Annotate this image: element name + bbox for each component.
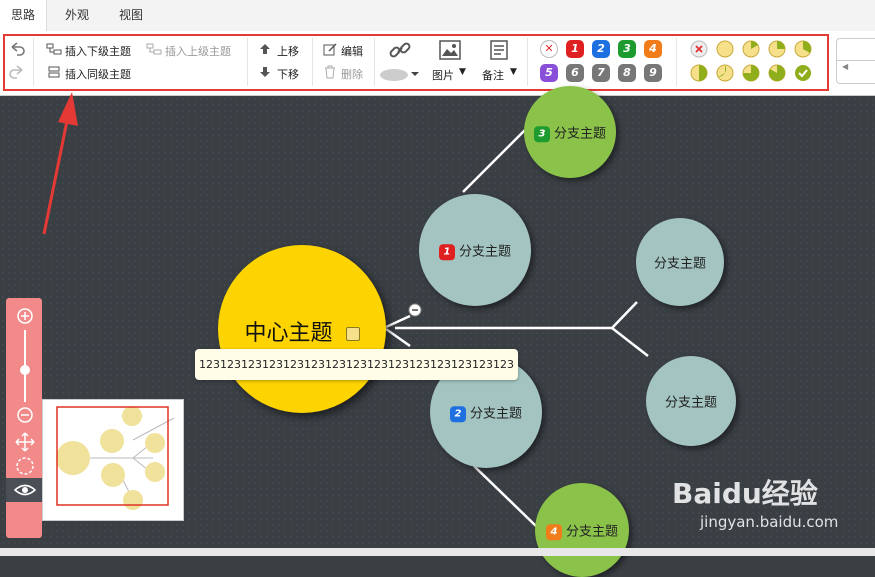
branch-topic-node[interactable]: 分支主题 [636, 218, 724, 306]
branch-topic-label: 分支主题 [553, 126, 606, 142]
note-tooltip: 1231231231231231231231231231231231231231… [195, 349, 518, 380]
collapse-icon[interactable] [408, 303, 422, 317]
branch-topic-node[interactable]: 1 分支主题 [419, 194, 531, 306]
watermark-url: jingyan.baidu.com [700, 513, 839, 531]
zoom-slider-handle[interactable] [20, 365, 30, 375]
branch-topic-node[interactable]: 分支主题 [646, 356, 736, 446]
priority-3-icon: 3 [533, 125, 550, 142]
toolbar-highlight [3, 34, 829, 91]
priority-2-icon: 2 [449, 405, 466, 422]
central-topic-row: 中心主题 [218, 315, 386, 347]
annotation-arrow [42, 92, 78, 235]
zoom-out-icon[interactable] [16, 406, 34, 424]
branch-topic-node[interactable]: 4 分支主题 [535, 483, 629, 577]
scroll-left-icon[interactable]: ◀ [842, 62, 848, 71]
watermark-brand: Baidu经验 [672, 477, 818, 510]
note-icon[interactable] [345, 327, 360, 341]
branch-topic-node[interactable]: 3 分支主题 [524, 86, 616, 178]
zoom-in-icon[interactable] [16, 307, 34, 325]
minimap[interactable] [42, 399, 184, 521]
status-bar [0, 548, 875, 556]
branch-topic-label: 分支主题 [458, 244, 511, 260]
branch-topic-label: 分支主题 [469, 406, 522, 422]
central-topic-label: 中心主题 [244, 321, 333, 346]
branch-topic-label: 分支主题 [565, 524, 618, 540]
eye-icon[interactable] [14, 481, 36, 499]
template-panel[interactable] [836, 38, 875, 84]
branch-topic-label: 分支主题 [664, 395, 717, 411]
tab-bar: 思路 外观 视图 [0, 0, 875, 32]
branch-topic-label: 分支主题 [653, 256, 706, 272]
tab-view[interactable]: 视图 [108, 0, 154, 31]
tab-appearance[interactable]: 外观 [54, 0, 100, 31]
central-topic-node[interactable]: 中心主题 [218, 245, 386, 413]
priority-4-icon: 4 [545, 523, 562, 540]
priority-1-icon: 1 [438, 243, 455, 260]
tab-ideas[interactable]: 思路 [0, 0, 47, 31]
select-area-icon[interactable] [15, 456, 35, 476]
move-icon[interactable] [15, 432, 35, 452]
minimap-preview [56, 406, 175, 510]
